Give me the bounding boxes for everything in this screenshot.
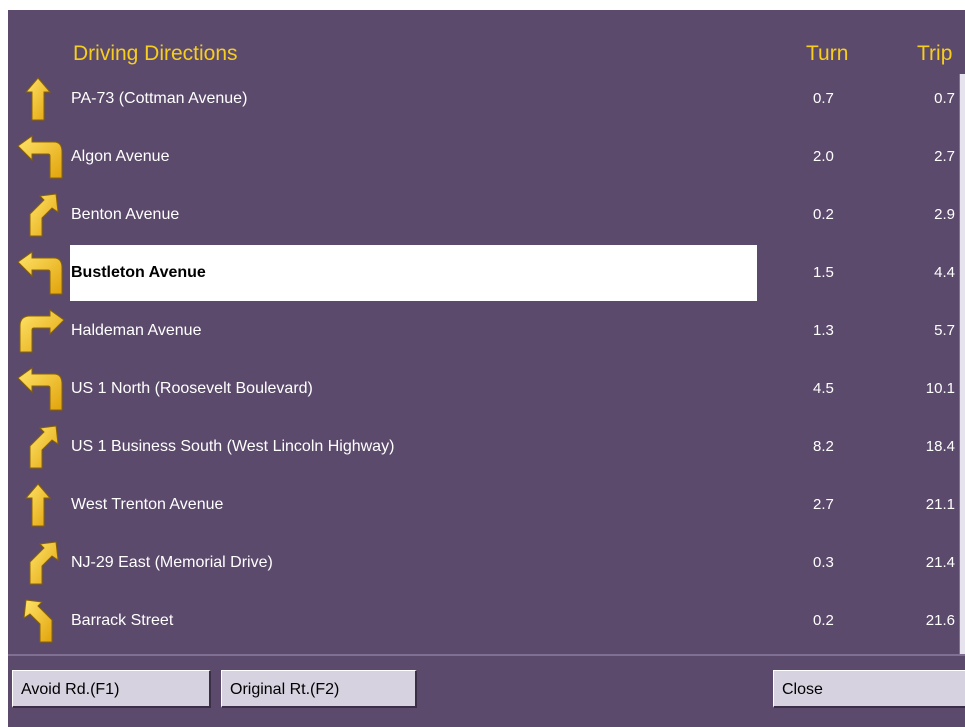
street-name: Algon Avenue bbox=[71, 148, 170, 165]
arrow-bear-right-icon bbox=[16, 540, 66, 586]
turn-column-header: Turn bbox=[806, 42, 849, 65]
page-title: Driving Directions bbox=[73, 42, 238, 65]
direction-row-selected[interactable]: Bustleton Avenue 1.5 4.4 bbox=[8, 244, 965, 302]
direction-row[interactable]: Benton Avenue 0.2 2.9 bbox=[8, 186, 965, 244]
direction-row[interactable]: PA-73 (Cottman Avenue) 0.7 0.7 bbox=[8, 70, 965, 128]
street-name: US 1 North (Roosevelt Boulevard) bbox=[71, 380, 313, 397]
arrow-left-turn-icon bbox=[16, 134, 66, 180]
turn-distance: 0.7 bbox=[813, 90, 834, 107]
street-name: Benton Avenue bbox=[71, 206, 180, 223]
direction-row[interactable]: US 1 North (Roosevelt Boulevard) 4.5 10.… bbox=[8, 360, 965, 418]
scrollbar[interactable] bbox=[959, 74, 965, 658]
direction-row[interactable]: Barrack Street 0.2 21.6 bbox=[8, 592, 965, 650]
direction-row[interactable]: NJ-29 East (Memorial Drive) 0.3 21.4 bbox=[8, 534, 965, 592]
turn-distance: 2.7 bbox=[813, 496, 834, 513]
street-name: Haldeman Avenue bbox=[71, 322, 202, 339]
turn-distance: 0.2 bbox=[813, 612, 834, 629]
turn-distance: 8.2 bbox=[813, 438, 834, 455]
arrow-right-turn-icon bbox=[16, 308, 66, 354]
arrow-bear-left-icon bbox=[16, 598, 66, 644]
street-name: PA-73 (Cottman Avenue) bbox=[71, 90, 248, 107]
street-name: NJ-29 East (Memorial Drive) bbox=[71, 554, 273, 571]
turn-distance: 0.2 bbox=[813, 206, 834, 223]
trip-distance: 18.4 bbox=[925, 438, 955, 455]
trip-distance: 21.1 bbox=[925, 496, 955, 513]
button-bar: Avoid Rd.(F1) Original Rt.(F2) Close bbox=[8, 654, 965, 727]
direction-row[interactable]: West Trenton Avenue 2.7 21.1 bbox=[8, 476, 965, 534]
street-name: Barrack Street bbox=[71, 612, 174, 629]
street-name: Bustleton Avenue bbox=[71, 264, 206, 281]
arrow-straight-icon bbox=[16, 482, 66, 528]
avoid-road-button[interactable]: Avoid Rd.(F1) bbox=[12, 670, 211, 708]
trip-distance: 2.9 bbox=[934, 206, 955, 223]
arrow-left-turn-icon bbox=[16, 250, 66, 296]
turn-distance: 1.3 bbox=[813, 322, 834, 339]
trip-distance: 10.1 bbox=[925, 380, 955, 397]
arrow-bear-right-icon bbox=[16, 192, 66, 238]
street-name: US 1 Business South (West Lincoln Highwa… bbox=[71, 438, 395, 455]
close-button[interactable]: Close bbox=[773, 670, 965, 708]
turn-distance: 0.3 bbox=[813, 554, 834, 571]
trip-distance: 21.6 bbox=[925, 612, 955, 629]
direction-row[interactable]: US 1 Business South (West Lincoln Highwa… bbox=[8, 418, 965, 476]
trip-distance: 21.4 bbox=[925, 554, 955, 571]
directions-screen: Driving Directions Turn Trip PA-73 (Cott… bbox=[8, 10, 965, 727]
trip-distance: 4.4 bbox=[934, 264, 955, 281]
direction-row[interactable]: Haldeman Avenue 1.3 5.7 bbox=[8, 302, 965, 360]
turn-distance: 1.5 bbox=[813, 264, 834, 281]
trip-distance: 2.7 bbox=[934, 148, 955, 165]
arrow-left-turn-icon bbox=[16, 366, 66, 412]
original-route-button[interactable]: Original Rt.(F2) bbox=[221, 670, 417, 708]
trip-column-header: Trip bbox=[917, 42, 953, 65]
trip-distance: 0.7 bbox=[934, 90, 955, 107]
trip-distance: 5.7 bbox=[934, 322, 955, 339]
arrow-straight-icon bbox=[16, 76, 66, 122]
turn-distance: 4.5 bbox=[813, 380, 834, 397]
turn-distance: 2.0 bbox=[813, 148, 834, 165]
street-name: West Trenton Avenue bbox=[71, 496, 224, 513]
direction-row[interactable]: Algon Avenue 2.0 2.7 bbox=[8, 128, 965, 186]
arrow-bear-right-icon bbox=[16, 424, 66, 470]
